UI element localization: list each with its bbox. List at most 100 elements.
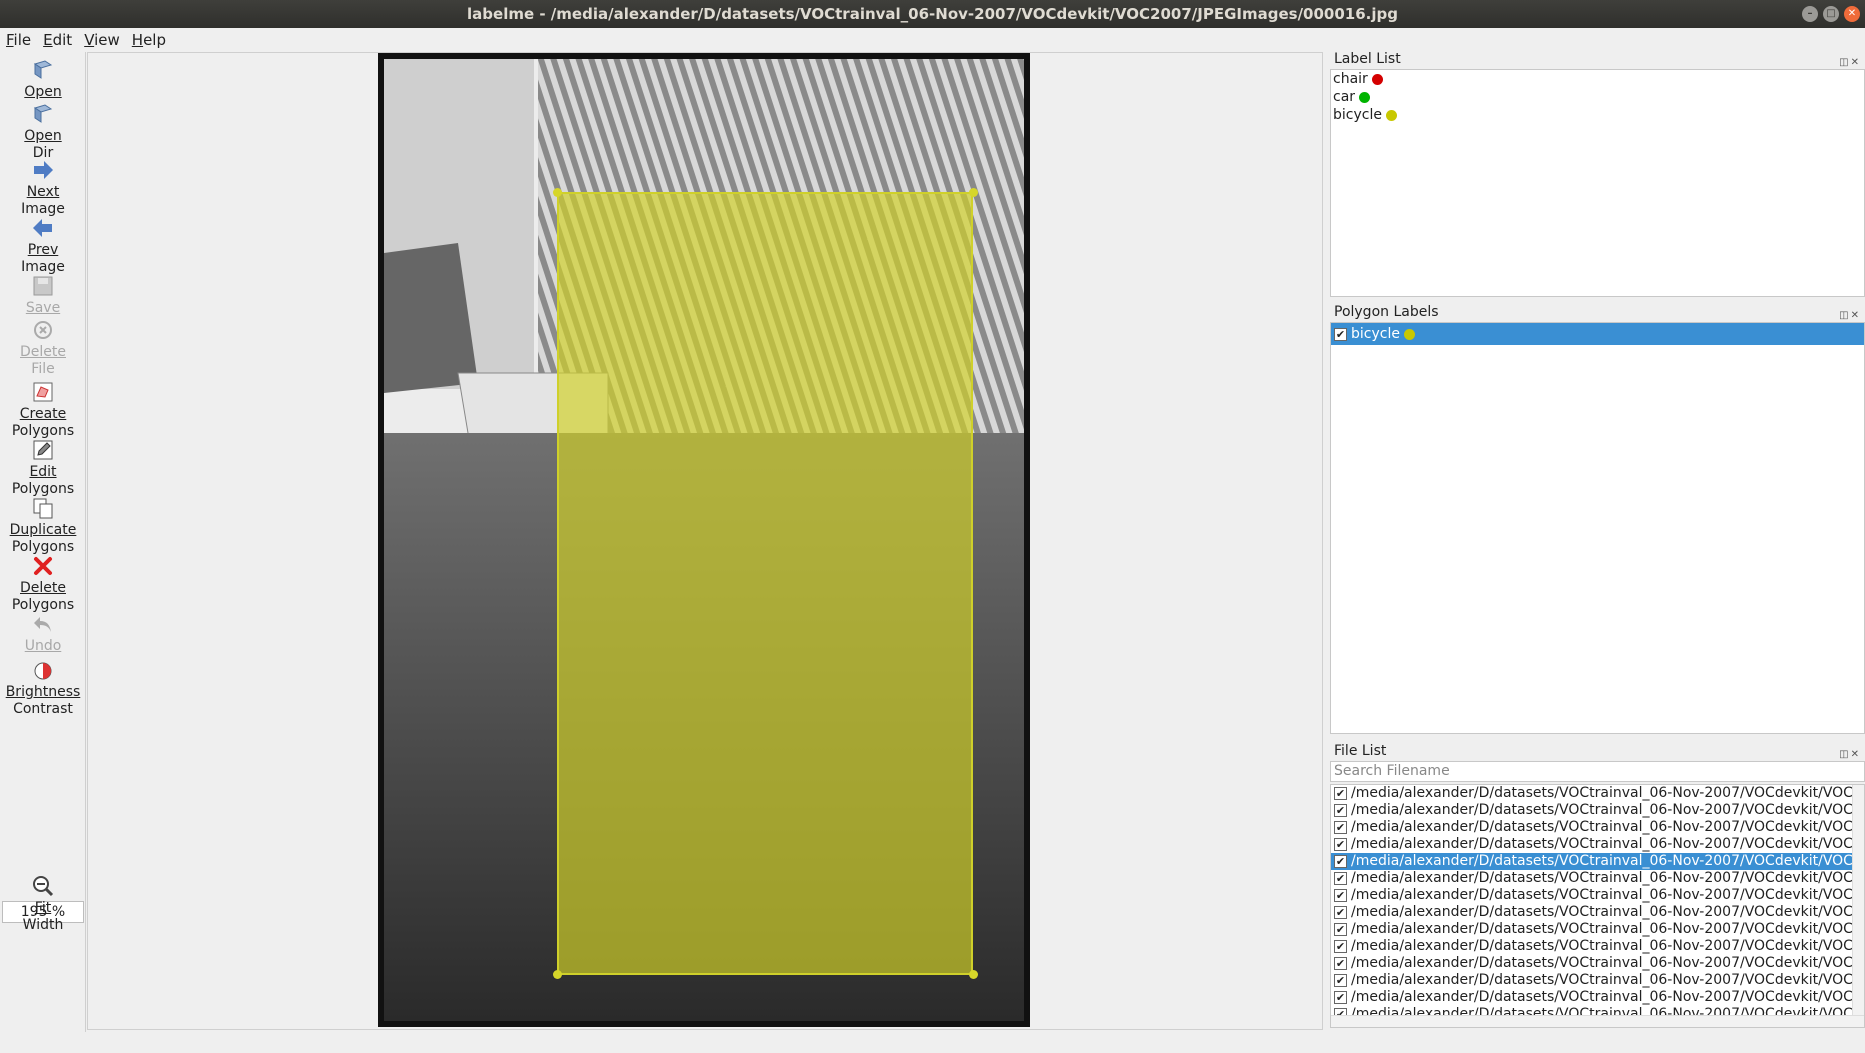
arrow-left-icon bbox=[33, 219, 52, 237]
delete-polygons-label-1: Delete bbox=[20, 580, 66, 596]
delete-file-label-2: File bbox=[31, 361, 55, 377]
file-path: /media/alexander/D/datasets/VOCtrainval_… bbox=[1351, 989, 1853, 1005]
checkbox-checked-icon[interactable]: ✔ bbox=[1334, 939, 1347, 953]
file-path: /media/alexander/D/datasets/VOCtrainval_… bbox=[1351, 887, 1853, 903]
file-list-item[interactable]: ✔ /media/alexander/D/datasets/VOCtrainval… bbox=[1331, 972, 1864, 989]
checkbox-checked-icon[interactable]: ✔ bbox=[1334, 922, 1347, 936]
checkbox-checked-icon[interactable]: ✔ bbox=[1334, 786, 1347, 800]
file-list-item[interactable]: ✔ /media/alexander/D/datasets/VOCtrainval… bbox=[1331, 853, 1864, 870]
file-path: /media/alexander/D/datasets/VOCtrainval_… bbox=[1351, 853, 1853, 869]
file-list-item[interactable]: ✔ /media/alexander/D/datasets/VOCtrainval… bbox=[1331, 836, 1864, 853]
checkbox-checked-icon[interactable]: ✔ bbox=[1334, 837, 1347, 851]
undo-button[interactable]: Undo bbox=[0, 612, 86, 655]
file-list-title-bar: File List ◫✕ bbox=[1330, 741, 1865, 761]
label-list-title: Label List bbox=[1334, 51, 1401, 67]
bbox-vertex-bottom-right[interactable] bbox=[969, 970, 978, 979]
checkbox-checked-icon[interactable]: ✔ bbox=[1334, 905, 1347, 919]
save-label: Save bbox=[25, 300, 61, 316]
minimize-icon[interactable]: – bbox=[1802, 6, 1818, 22]
file-list-item[interactable]: ✔ /media/alexander/D/datasets/VOCtrainval… bbox=[1331, 802, 1864, 819]
bbox-vertex-top-right[interactable] bbox=[969, 188, 978, 197]
checkbox-checked-icon[interactable]: ✔ bbox=[1334, 990, 1347, 1004]
file-list-item[interactable]: ✔ /media/alexander/D/datasets/VOCtrainval… bbox=[1331, 938, 1864, 955]
edit-pencil-icon bbox=[33, 440, 53, 460]
label-list-item-chair[interactable]: chair bbox=[1331, 70, 1864, 88]
prev-image-button[interactable]: Prev Image bbox=[0, 216, 86, 276]
checkbox-checked-icon[interactable]: ✔ bbox=[1334, 973, 1347, 987]
file-list-item[interactable]: ✔ /media/alexander/D/datasets/VOCtrainval… bbox=[1331, 887, 1864, 904]
file-path: /media/alexander/D/datasets/VOCtrainval_… bbox=[1351, 802, 1853, 818]
save-button[interactable]: Save bbox=[0, 274, 86, 317]
menu-file[interactable]: File bbox=[0, 28, 37, 52]
next-image-label-1: Next bbox=[26, 184, 60, 200]
polygon-labels-title-bar: Polygon Labels ◫✕ bbox=[1330, 302, 1865, 322]
open-label: Open bbox=[24, 84, 62, 100]
dock-float-close-icon[interactable]: ◫✕ bbox=[1839, 745, 1861, 765]
brightness-contrast-icon bbox=[34, 662, 52, 680]
checkbox-checked-icon[interactable]: ✔ bbox=[1334, 854, 1347, 868]
polygon-labels-title: Polygon Labels bbox=[1334, 304, 1439, 320]
label-list-item-bicycle[interactable]: bicycle bbox=[1331, 106, 1864, 124]
label-list-title-bar: Label List ◫✕ bbox=[1330, 49, 1865, 69]
search-filename-input[interactable]: Search Filename bbox=[1330, 761, 1865, 782]
menu-view[interactable]: View bbox=[78, 28, 126, 52]
tools-toolbar: Open Open Dir Next Image Prev Image Save… bbox=[0, 52, 86, 1032]
next-image-button[interactable]: Next Image bbox=[0, 158, 86, 218]
file-list-item[interactable]: ✔ /media/alexander/D/datasets/VOCtrainval… bbox=[1331, 870, 1864, 887]
checkbox-checked-icon[interactable]: ✔ bbox=[1334, 888, 1347, 902]
polygon-labels-panel: ✔ bicycle bbox=[1330, 322, 1865, 734]
label-list-dock: Label List ◫✕ chair car bicycle bbox=[1330, 49, 1865, 297]
checkbox-checked-icon[interactable]: ✔ bbox=[1334, 871, 1347, 885]
open-dir-label-1: Open bbox=[24, 128, 62, 144]
file-list-horizontal-scrollbar[interactable] bbox=[1331, 1015, 1864, 1027]
checkbox-checked-icon[interactable]: ✔ bbox=[1334, 327, 1347, 341]
delete-polygons-button[interactable]: Delete Polygons bbox=[0, 554, 86, 614]
brightness-contrast-button[interactable]: Brightness Contrast bbox=[0, 658, 86, 718]
file-list-item[interactable]: ✔ /media/alexander/D/datasets/VOCtrainval… bbox=[1331, 819, 1864, 836]
file-list-item[interactable]: ✔ /media/alexander/D/datasets/VOCtrainval… bbox=[1331, 989, 1864, 1006]
undo-label: Undo bbox=[24, 638, 62, 654]
file-list-item[interactable]: ✔ /media/alexander/D/datasets/VOCtrainval… bbox=[1331, 904, 1864, 921]
file-list-vertical-scrollbar[interactable] bbox=[1852, 785, 1864, 1027]
bbox-vertex-top-left[interactable] bbox=[553, 188, 562, 197]
checkbox-checked-icon[interactable]: ✔ bbox=[1334, 820, 1347, 834]
edit-polygons-label-1: Edit bbox=[29, 464, 57, 480]
red-x-icon bbox=[34, 557, 52, 575]
create-polygons-button[interactable]: Create Polygons bbox=[0, 380, 86, 440]
open-dir-button[interactable]: Open Dir bbox=[0, 102, 86, 162]
floppy-icon bbox=[33, 276, 53, 296]
file-path: /media/alexander/D/datasets/VOCtrainval_… bbox=[1351, 972, 1853, 988]
undo-icon bbox=[34, 617, 51, 632]
fit-width-button[interactable]: Fit Width bbox=[0, 874, 86, 934]
file-list-item[interactable]: ✔ /media/alexander/D/datasets/VOCtrainval… bbox=[1331, 921, 1864, 938]
polygon-label-item-bicycle[interactable]: ✔ bicycle bbox=[1331, 323, 1864, 345]
zoom-fit-icon bbox=[33, 876, 54, 897]
file-path: /media/alexander/D/datasets/VOCtrainval_… bbox=[1351, 955, 1853, 971]
duplicate-polygons-button[interactable]: Duplicate Polygons bbox=[0, 496, 86, 556]
label-list-item-label: car bbox=[1333, 89, 1356, 105]
bicycle-bounding-box[interactable] bbox=[557, 192, 973, 975]
file-path: /media/alexander/D/datasets/VOCtrainval_… bbox=[1351, 904, 1853, 920]
maximize-icon[interactable]: □ bbox=[1823, 6, 1839, 22]
file-list-dock: File List ◫✕ Search Filename ✔ /media/ale… bbox=[1330, 741, 1865, 1028]
close-icon[interactable]: ✕ bbox=[1844, 6, 1860, 22]
arrow-right-icon bbox=[34, 161, 53, 179]
file-list-panel: ✔ /media/alexander/D/datasets/VOCtrainval… bbox=[1330, 784, 1865, 1028]
label-list-item-label: bicycle bbox=[1333, 107, 1382, 123]
fit-width-label-1: Fit bbox=[34, 900, 52, 916]
duplicate-icon bbox=[33, 498, 53, 519]
menu-edit[interactable]: Edit bbox=[37, 28, 78, 52]
fit-width-label-2: Width bbox=[22, 917, 64, 933]
color-dot-icon bbox=[1359, 91, 1371, 103]
edit-polygons-button[interactable]: Edit Polygons bbox=[0, 438, 86, 498]
bbox-vertex-bottom-left[interactable] bbox=[553, 970, 562, 979]
file-list-item[interactable]: ✔ /media/alexander/D/datasets/VOCtrainval… bbox=[1331, 785, 1864, 802]
checkbox-checked-icon[interactable]: ✔ bbox=[1334, 956, 1347, 970]
delete-file-button[interactable]: Delete File bbox=[0, 318, 86, 378]
prev-image-label-1: Prev bbox=[27, 242, 59, 258]
checkbox-checked-icon[interactable]: ✔ bbox=[1334, 803, 1347, 817]
open-button[interactable]: Open bbox=[0, 58, 86, 101]
file-list-item[interactable]: ✔ /media/alexander/D/datasets/VOCtrainval… bbox=[1331, 955, 1864, 972]
menu-help[interactable]: Help bbox=[126, 28, 172, 52]
label-list-item-car[interactable]: car bbox=[1331, 88, 1864, 106]
